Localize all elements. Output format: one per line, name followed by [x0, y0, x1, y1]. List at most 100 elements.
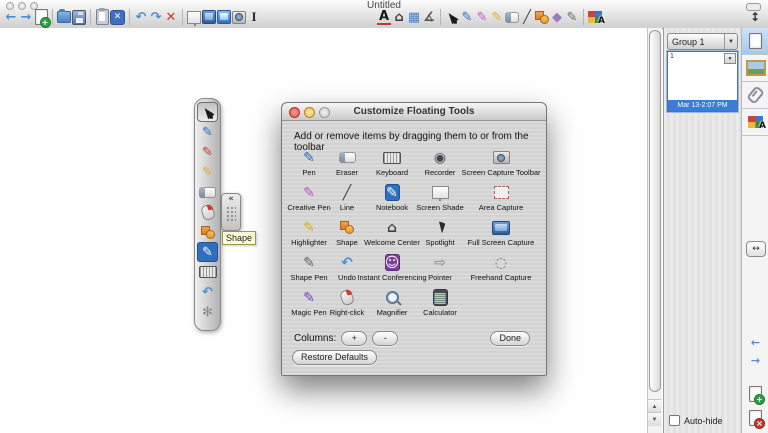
gallery-button[interactable]: ⌂	[392, 8, 406, 26]
table-button[interactable]: ▦	[407, 8, 421, 26]
freehand-capture-icon: ◌	[495, 254, 507, 271]
floating-shape-tool[interactable]	[197, 222, 218, 242]
tool-label: Full Screen Capture	[468, 238, 535, 247]
next-page-small-button[interactable]: →	[742, 354, 768, 367]
collapse-icon[interactable]: «	[222, 194, 240, 205]
add-page-button[interactable]	[34, 8, 48, 26]
open-file-button[interactable]	[57, 8, 71, 26]
screen-capture-button[interactable]	[232, 8, 246, 26]
tab-gallery[interactable]	[742, 55, 768, 82]
separator	[583, 9, 584, 25]
tool-item-eraser[interactable]: Eraser	[328, 149, 366, 177]
auto-hide-control[interactable]: Auto-hide	[669, 415, 723, 426]
tool-item-screen-shade[interactable]: Screen Shade	[418, 184, 462, 212]
columns-minus-button[interactable]: -	[372, 331, 398, 346]
tool-item-magnifier[interactable]: Magnifier	[366, 289, 418, 317]
done-button[interactable]: Done	[490, 331, 530, 346]
add-page-small-button[interactable]	[742, 386, 768, 402]
scrollbar-thumb[interactable]	[649, 30, 661, 392]
scroll-up-button[interactable]: ▲	[648, 399, 661, 413]
previous-page-small-button[interactable]: ←	[742, 336, 768, 349]
tool-item-right-click[interactable]: Right-click	[328, 289, 366, 317]
properties-button[interactable]	[588, 8, 602, 26]
tab-attachments[interactable]	[742, 82, 768, 109]
group-dropdown-button[interactable]: Group 1 ▼	[667, 33, 738, 50]
floating-pen2-tool[interactable]: ✎	[197, 142, 218, 162]
vertical-scrollbar[interactable]: ▲ ▼	[647, 28, 662, 433]
measurement-tools-button[interactable]: ∡	[422, 8, 436, 26]
screen-shade-button[interactable]	[187, 8, 201, 26]
delete-page-small-button[interactable]	[742, 410, 768, 426]
tool-item-line[interactable]: ╱Line	[328, 184, 366, 212]
tab-properties[interactable]	[742, 109, 768, 136]
floating-customize-tool[interactable]: ✻	[197, 302, 218, 322]
line-tool-button[interactable]: ╱	[520, 8, 534, 26]
tool-item-freehand-capture[interactable]: ◌Freehand Capture	[462, 254, 540, 282]
tool-item-keyboard[interactable]: Keyboard	[366, 149, 418, 177]
dialog-traffic-lights[interactable]	[289, 107, 330, 118]
floating-notebook-tool[interactable]: ✎	[197, 242, 218, 262]
ibeam-tool-button[interactable]: I	[247, 8, 261, 26]
floating-right-click-tool[interactable]	[197, 202, 218, 222]
fonts-button[interactable]: A	[377, 10, 391, 25]
floating-pen-tool[interactable]: ✎	[197, 122, 218, 142]
next-page-button[interactable]: →	[19, 8, 33, 26]
tool-item-recorder[interactable]: ◉Recorder	[418, 149, 462, 177]
tool-item-magic-pen[interactable]: ✎Magic Pen	[290, 289, 328, 317]
tool-item-area-capture[interactable]: Area Capture	[462, 184, 540, 212]
dual-display-button[interactable]	[217, 8, 231, 26]
tool-item-pen[interactable]: ✎ Pen	[290, 149, 328, 177]
tool-item-notebook[interactable]: ✎Notebook	[366, 184, 418, 212]
columns-plus-button[interactable]: +	[341, 331, 367, 346]
dialog-minimize-button[interactable]	[304, 107, 315, 118]
shape-recognition-pen-button[interactable]: ✎	[565, 8, 579, 26]
restore-defaults-button[interactable]: Restore Defaults	[292, 350, 377, 365]
shapes-button[interactable]	[535, 8, 549, 26]
tool-item-full-screen-capture[interactable]: Full Screen Capture	[462, 219, 540, 247]
tool-label: Pen	[302, 168, 315, 177]
floating-toolbar-handle[interactable]: «	[221, 193, 241, 231]
eraser-button[interactable]	[505, 8, 519, 26]
paste-button[interactable]	[95, 8, 109, 26]
floating-highlighter-tool[interactable]: ✎	[197, 162, 218, 182]
tab-page-sorter[interactable]	[742, 28, 768, 55]
polygon-button[interactable]: ◆	[550, 8, 564, 26]
floating-tools-toolbar: ✎ ✎ ✎ ✎ ↶ ✻	[194, 98, 221, 331]
move-sidebar-button[interactable]: ↔	[746, 241, 766, 257]
highlighter-button[interactable]: ✎	[490, 8, 504, 26]
tool-item-shape-pen[interactable]: ✎Shape Pen	[290, 254, 328, 282]
creative-pen-button[interactable]: ✎	[475, 8, 489, 26]
floating-eraser-tool[interactable]	[197, 182, 218, 202]
undo-button[interactable]: ↶	[134, 8, 148, 26]
move-toolbar-button[interactable]: ↕	[747, 8, 763, 26]
pen-tool-button[interactable]: ✎	[460, 8, 474, 26]
tool-item-screen-capture-toolbar[interactable]: Screen Capture Toolbar	[462, 149, 540, 177]
tool-item-pointer[interactable]: ⇨Pointer	[418, 254, 462, 282]
auto-hide-checkbox[interactable]	[669, 415, 680, 426]
full-screen-button[interactable]	[202, 8, 216, 26]
dialog-title-bar[interactable]: Customize Floating Tools	[282, 103, 546, 121]
previous-page-button[interactable]: ←	[4, 8, 18, 26]
tools-button[interactable]: ✕	[110, 10, 125, 25]
tool-item-creative-pen[interactable]: ✎Creative Pen	[290, 184, 328, 212]
tool-item-shape[interactable]: Shape	[328, 219, 366, 247]
delete-button[interactable]: ✕	[164, 8, 178, 26]
redo-button[interactable]: ↷	[149, 8, 163, 26]
select-tool-button[interactable]	[445, 8, 459, 26]
floating-select-tool[interactable]	[197, 102, 218, 122]
drag-grip-icon[interactable]	[226, 206, 236, 222]
page-menu-button[interactable]: ▼	[724, 53, 736, 64]
save-button[interactable]	[72, 8, 86, 26]
tool-item-welcome-center[interactable]: ⌂Welcome Center	[366, 219, 418, 247]
pen-icon: ✎	[303, 149, 315, 166]
dialog-close-button[interactable]	[289, 107, 300, 118]
tool-item-calculator[interactable]: ▦Calculator	[418, 289, 462, 317]
page-thumbnail[interactable]: 1 ▼ Mar 13-2:07 PM	[667, 51, 738, 112]
floating-keyboard-tool[interactable]	[197, 262, 218, 282]
tool-item-highlighter[interactable]: ✎Highlighter	[290, 219, 328, 247]
tool-item-instant-conferencing[interactable]: ☺Instant Conferencing	[366, 254, 418, 282]
tool-label: Right-click	[330, 308, 365, 317]
tool-item-spotlight[interactable]: Spotlight	[418, 219, 462, 247]
floating-undo-tool[interactable]: ↶	[197, 282, 218, 302]
scroll-down-button[interactable]: ▼	[648, 412, 661, 426]
